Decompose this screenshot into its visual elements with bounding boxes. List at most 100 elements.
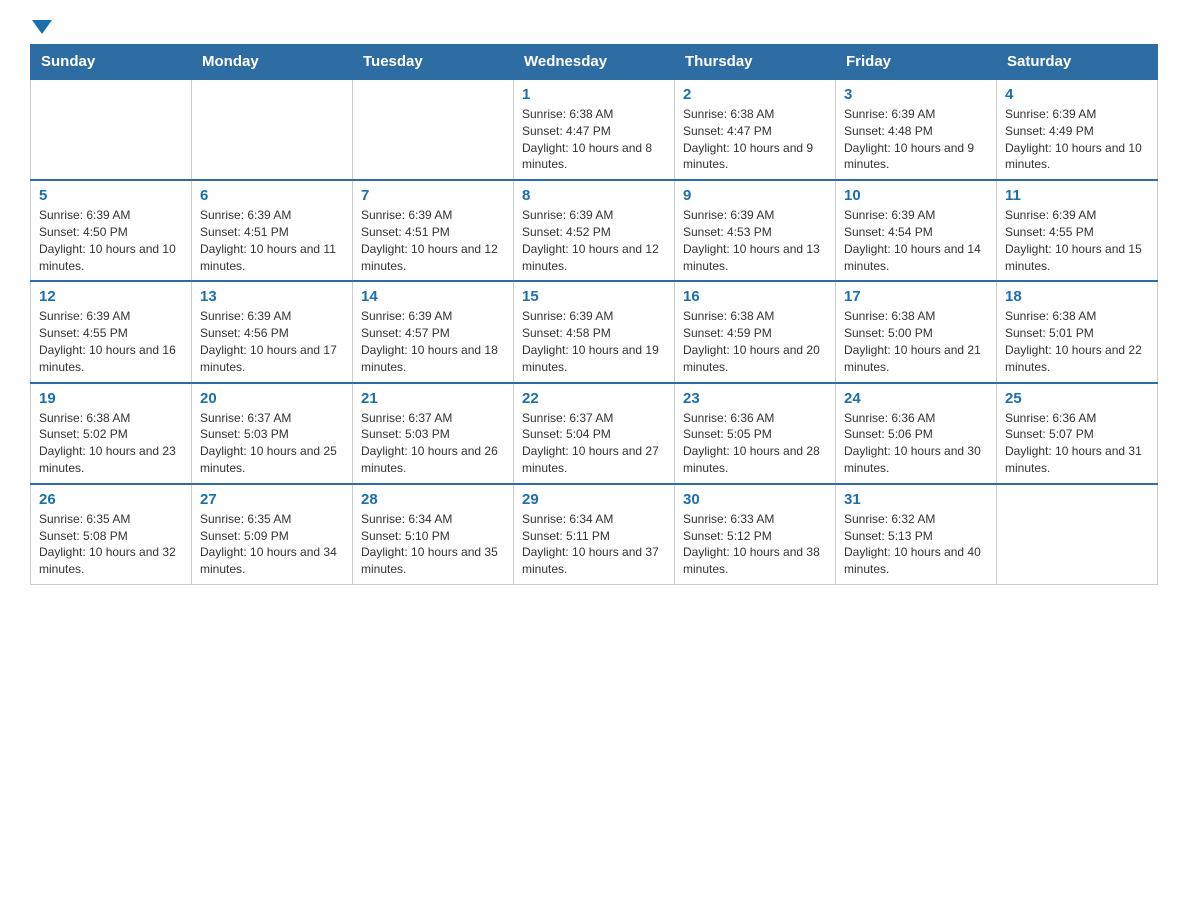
day-info: Sunrise: 6:39 AM Sunset: 4:55 PM Dayligh…: [39, 308, 183, 375]
calendar-cell: 8 Sunrise: 6:39 AM Sunset: 4:52 PM Daylig…: [514, 180, 675, 281]
day-info: Sunrise: 6:37 AM Sunset: 5:03 PM Dayligh…: [200, 410, 344, 477]
calendar-cell: 23 Sunrise: 6:36 AM Sunset: 5:05 PM Dayli…: [675, 383, 836, 484]
day-number: 28: [361, 491, 505, 508]
calendar-cell: 18 Sunrise: 6:38 AM Sunset: 5:01 PM Dayli…: [997, 281, 1158, 382]
weekday-header-sunday: Sunday: [31, 45, 192, 80]
calendar-cell: 7Sunrise: 6:39 AM Sunset: 4:51 PM Daylig…: [353, 180, 514, 281]
day-info: Sunrise: 6:39 AM Sunset: 4:51 PM Dayligh…: [200, 207, 344, 274]
day-number: 1: [522, 86, 666, 103]
day-number: 13: [200, 288, 344, 305]
calendar-cell: 24 Sunrise: 6:36 AM Sunset: 5:06 PM Dayli…: [836, 383, 997, 484]
day-info: Sunrise: 6:38 AM Sunset: 4:47 PM Dayligh…: [683, 106, 827, 173]
calendar-cell: 1 Sunrise: 6:38 AM Sunset: 4:47 PM Daylig…: [514, 79, 675, 180]
day-number: 7: [361, 187, 505, 204]
day-info: Sunrise: 6:39 AM Sunset: 4:52 PM Dayligh…: [522, 207, 666, 274]
calendar-cell: [31, 79, 192, 180]
day-number: 25: [1005, 390, 1149, 407]
day-info: Sunrise: 6:36 AM Sunset: 5:06 PM Dayligh…: [844, 410, 988, 477]
day-info: Sunrise: 6:37 AM Sunset: 5:04 PM Dayligh…: [522, 410, 666, 477]
week-row: 26 Sunrise: 6:35 AM Sunset: 5:08 PM Dayli…: [31, 484, 1158, 585]
weekday-header-thursday: Thursday: [675, 45, 836, 80]
calendar-cell: [192, 79, 353, 180]
day-number: 22: [522, 390, 666, 407]
day-number: 27: [200, 491, 344, 508]
day-number: 8: [522, 187, 666, 204]
weekday-header-wednesday: Wednesday: [514, 45, 675, 80]
day-info: Sunrise: 6:39 AM Sunset: 4:55 PM Dayligh…: [1005, 207, 1149, 274]
day-info: Sunrise: 6:38 AM Sunset: 5:01 PM Dayligh…: [1005, 308, 1149, 375]
day-number: 2: [683, 86, 827, 103]
day-number: 15: [522, 288, 666, 305]
calendar-cell: 11 Sunrise: 6:39 AM Sunset: 4:55 PM Dayli…: [997, 180, 1158, 281]
calendar-cell: 4Sunrise: 6:39 AM Sunset: 4:49 PM Daylig…: [997, 79, 1158, 180]
day-info: Sunrise: 6:34 AM Sunset: 5:10 PM Dayligh…: [361, 511, 505, 578]
weekday-header-monday: Monday: [192, 45, 353, 80]
day-number: 6: [200, 187, 344, 204]
day-number: 3: [844, 86, 988, 103]
day-info: Sunrise: 6:38 AM Sunset: 4:47 PM Dayligh…: [522, 106, 666, 173]
calendar-header: SundayMondayTuesdayWednesdayThursdayFrid…: [31, 45, 1158, 80]
day-info: Sunrise: 6:36 AM Sunset: 5:05 PM Dayligh…: [683, 410, 827, 477]
calendar-cell: 10Sunrise: 6:39 AM Sunset: 4:54 PM Dayli…: [836, 180, 997, 281]
day-number: 23: [683, 390, 827, 407]
day-number: 21: [361, 390, 505, 407]
day-info: Sunrise: 6:39 AM Sunset: 4:49 PM Dayligh…: [1005, 106, 1149, 173]
calendar-table: SundayMondayTuesdayWednesdayThursdayFrid…: [30, 44, 1158, 585]
calendar-cell: 13 Sunrise: 6:39 AM Sunset: 4:56 PM Dayli…: [192, 281, 353, 382]
day-info: Sunrise: 6:39 AM Sunset: 4:50 PM Dayligh…: [39, 207, 183, 274]
day-info: Sunrise: 6:36 AM Sunset: 5:07 PM Dayligh…: [1005, 410, 1149, 477]
day-number: 14: [361, 288, 505, 305]
day-number: 31: [844, 491, 988, 508]
weekday-header-tuesday: Tuesday: [353, 45, 514, 80]
day-info: Sunrise: 6:35 AM Sunset: 5:09 PM Dayligh…: [200, 511, 344, 578]
calendar-cell: 9 Sunrise: 6:39 AM Sunset: 4:53 PM Daylig…: [675, 180, 836, 281]
week-row: 19 Sunrise: 6:38 AM Sunset: 5:02 PM Dayli…: [31, 383, 1158, 484]
day-number: 12: [39, 288, 183, 305]
week-row: 5 Sunrise: 6:39 AM Sunset: 4:50 PM Daylig…: [31, 180, 1158, 281]
day-info: Sunrise: 6:38 AM Sunset: 5:00 PM Dayligh…: [844, 308, 988, 375]
calendar-cell: 21Sunrise: 6:37 AM Sunset: 5:03 PM Dayli…: [353, 383, 514, 484]
day-info: Sunrise: 6:32 AM Sunset: 5:13 PM Dayligh…: [844, 511, 988, 578]
day-number: 18: [1005, 288, 1149, 305]
calendar-cell: 6 Sunrise: 6:39 AM Sunset: 4:51 PM Daylig…: [192, 180, 353, 281]
calendar-cell: 2 Sunrise: 6:38 AM Sunset: 4:47 PM Daylig…: [675, 79, 836, 180]
calendar-cell: 26 Sunrise: 6:35 AM Sunset: 5:08 PM Dayli…: [31, 484, 192, 585]
day-info: Sunrise: 6:39 AM Sunset: 4:53 PM Dayligh…: [683, 207, 827, 274]
calendar-cell: 27 Sunrise: 6:35 AM Sunset: 5:09 PM Dayli…: [192, 484, 353, 585]
calendar-cell: 25 Sunrise: 6:36 AM Sunset: 5:07 PM Dayli…: [997, 383, 1158, 484]
logo: [30, 20, 52, 34]
day-number: 9: [683, 187, 827, 204]
calendar-cell: [353, 79, 514, 180]
calendar-cell: 20Sunrise: 6:37 AM Sunset: 5:03 PM Dayli…: [192, 383, 353, 484]
day-info: Sunrise: 6:35 AM Sunset: 5:08 PM Dayligh…: [39, 511, 183, 578]
weekday-header-row: SundayMondayTuesdayWednesdayThursdayFrid…: [31, 45, 1158, 80]
day-info: Sunrise: 6:39 AM Sunset: 4:54 PM Dayligh…: [844, 207, 988, 274]
calendar-cell: 31 Sunrise: 6:32 AM Sunset: 5:13 PM Dayli…: [836, 484, 997, 585]
day-info: Sunrise: 6:38 AM Sunset: 4:59 PM Dayligh…: [683, 308, 827, 375]
day-number: 29: [522, 491, 666, 508]
day-number: 24: [844, 390, 988, 407]
calendar-cell: 17 Sunrise: 6:38 AM Sunset: 5:00 PM Dayli…: [836, 281, 997, 382]
weekday-header-friday: Friday: [836, 45, 997, 80]
calendar-cell: 14 Sunrise: 6:39 AM Sunset: 4:57 PM Dayli…: [353, 281, 514, 382]
calendar-body: 1 Sunrise: 6:38 AM Sunset: 4:47 PM Daylig…: [31, 79, 1158, 584]
day-info: Sunrise: 6:38 AM Sunset: 5:02 PM Dayligh…: [39, 410, 183, 477]
day-number: 19: [39, 390, 183, 407]
calendar-cell: 3Sunrise: 6:39 AM Sunset: 4:48 PM Daylig…: [836, 79, 997, 180]
day-number: 11: [1005, 187, 1149, 204]
day-info: Sunrise: 6:39 AM Sunset: 4:58 PM Dayligh…: [522, 308, 666, 375]
calendar-cell: 15 Sunrise: 6:39 AM Sunset: 4:58 PM Dayli…: [514, 281, 675, 382]
day-info: Sunrise: 6:39 AM Sunset: 4:56 PM Dayligh…: [200, 308, 344, 375]
week-row: 1 Sunrise: 6:38 AM Sunset: 4:47 PM Daylig…: [31, 79, 1158, 180]
calendar-cell: 30 Sunrise: 6:33 AM Sunset: 5:12 PM Dayli…: [675, 484, 836, 585]
page-header: [30, 20, 1158, 34]
day-number: 5: [39, 187, 183, 204]
day-info: Sunrise: 6:33 AM Sunset: 5:12 PM Dayligh…: [683, 511, 827, 578]
calendar-cell: 12 Sunrise: 6:39 AM Sunset: 4:55 PM Dayli…: [31, 281, 192, 382]
day-info: Sunrise: 6:39 AM Sunset: 4:57 PM Dayligh…: [361, 308, 505, 375]
day-number: 17: [844, 288, 988, 305]
day-number: 26: [39, 491, 183, 508]
weekday-header-saturday: Saturday: [997, 45, 1158, 80]
day-number: 30: [683, 491, 827, 508]
calendar-cell: 16Sunrise: 6:38 AM Sunset: 4:59 PM Dayli…: [675, 281, 836, 382]
